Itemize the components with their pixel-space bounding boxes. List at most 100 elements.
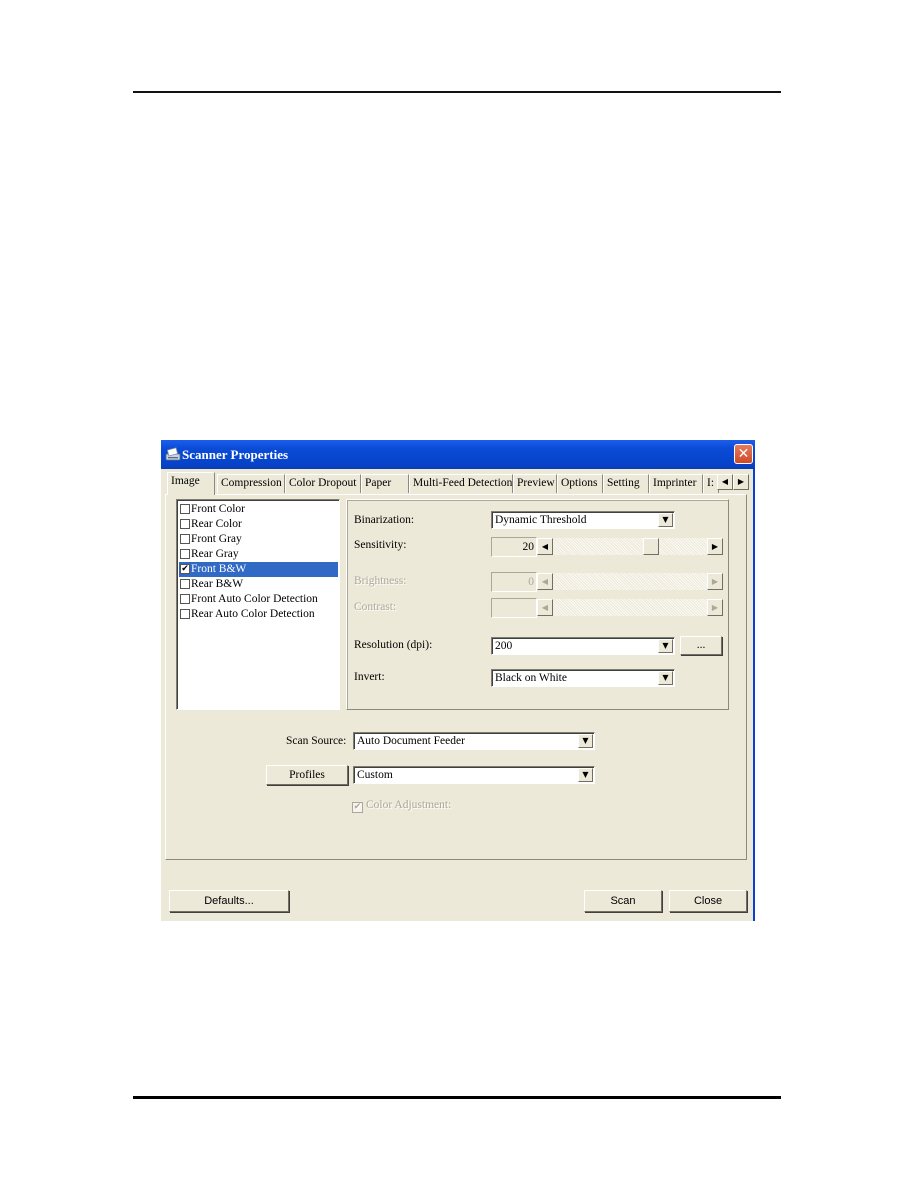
check-icon: ✔	[353, 802, 362, 812]
close-window-button[interactable]: ✕	[734, 444, 753, 464]
checkbox[interactable]	[180, 504, 190, 514]
checkbox[interactable]	[180, 609, 190, 619]
contrast-label: Contrast:	[354, 601, 397, 613]
invert-select[interactable]: Black on White ▼	[491, 669, 675, 687]
binarization-select[interactable]: Dynamic Threshold ▼	[491, 511, 675, 529]
slider-thumb[interactable]	[642, 538, 659, 555]
sensitivity-label: Sensitivity:	[354, 539, 407, 551]
resolution-more-button[interactable]: ...	[680, 636, 722, 655]
scan-source-select[interactable]: Auto Document Feeder ▼	[353, 732, 595, 750]
slider-decrease-button: ◀	[537, 573, 553, 590]
binarization-label: Binarization:	[354, 514, 415, 526]
arrow-right-icon: ▶	[737, 477, 745, 486]
arrow-left-icon: ◀	[541, 603, 549, 612]
list-item-label: Front Auto Color Detection	[191, 593, 318, 605]
brightness-slider: ◀ ▶	[537, 573, 723, 590]
checkbox[interactable]	[180, 594, 190, 604]
binarization-value: Dynamic Threshold	[495, 514, 587, 526]
list-item-label: Rear Color	[191, 518, 242, 530]
list-item-label: Front Color	[191, 503, 245, 515]
scanner-properties-dialog: Scanner Properties ✕ Image Compression C…	[161, 440, 755, 921]
slider-decrease-button[interactable]: ◀	[537, 538, 553, 555]
tab-setting[interactable]: Setting	[603, 474, 649, 493]
resolution-value: 200	[495, 640, 513, 652]
tab-color-dropout[interactable]: Color Dropout	[285, 474, 361, 493]
tab-scroll-left-button[interactable]: ◀	[717, 474, 733, 490]
arrow-left-icon: ◀	[541, 542, 549, 551]
tab-label: Setting	[607, 477, 640, 489]
slider-increase-button[interactable]: ▶	[707, 538, 723, 555]
tab-strip: Image Compression Color Dropout Paper Mu…	[165, 472, 749, 495]
close-icon: ✕	[737, 446, 750, 462]
arrow-left-icon: ◀	[541, 577, 549, 586]
list-item-rear-auto-color-detection[interactable]: Rear Auto Color Detection	[179, 607, 338, 622]
tab-label: Multi-Feed Detection	[413, 477, 513, 489]
slider-increase-button: ▶	[707, 573, 723, 590]
dropdown-arrow-icon[interactable]: ▼	[658, 639, 673, 653]
tab-label: I:	[707, 477, 715, 489]
list-item-label: Rear Auto Color Detection	[191, 608, 315, 620]
slider-increase-button: ▶	[707, 599, 723, 616]
tab-label: Preview	[517, 477, 555, 489]
tab-image[interactable]: Image	[167, 472, 215, 495]
tab-label: Image	[171, 475, 200, 487]
dropdown-arrow-icon[interactable]: ▼	[658, 671, 673, 685]
dropdown-arrow-icon[interactable]: ▼	[578, 734, 593, 748]
brightness-value: 0	[491, 572, 537, 592]
list-item-label: Rear B&W	[191, 578, 244, 590]
list-item-rear-gray[interactable]: Rear Gray	[179, 547, 338, 562]
checkbox[interactable]	[180, 534, 190, 544]
tab-preview[interactable]: Preview	[513, 474, 557, 493]
title-bar[interactable]: Scanner Properties ✕	[161, 440, 755, 469]
dialog-title: Scanner Properties	[182, 447, 289, 462]
dropdown-arrow-icon[interactable]: ▼	[578, 768, 593, 782]
tab-label: Compression	[221, 477, 282, 489]
checkbox-checked[interactable]: ✔	[180, 564, 190, 574]
header-rule	[133, 91, 781, 93]
tab-paper[interactable]: Paper	[361, 474, 409, 493]
tab-label: Paper	[365, 477, 392, 489]
list-item-front-auto-color-detection[interactable]: Front Auto Color Detection	[179, 592, 338, 607]
profiles-value: Custom	[357, 769, 393, 781]
tab-scroll-right-button[interactable]: ▶	[733, 474, 749, 490]
brightness-label: Brightness:	[354, 575, 407, 587]
resolution-select[interactable]: 200 ▼	[491, 637, 675, 655]
arrow-right-icon: ▶	[711, 542, 719, 551]
list-item-label: Rear Gray	[191, 548, 239, 560]
arrow-right-icon: ▶	[711, 577, 719, 586]
contrast-slider: ◀ ▶	[537, 599, 723, 616]
list-item-label: Front B&W	[191, 563, 247, 575]
scan-source-value: Auto Document Feeder	[357, 735, 465, 747]
sensitivity-slider[interactable]: ◀ ▶	[537, 538, 723, 555]
list-item-front-color[interactable]: Front Color	[179, 502, 338, 517]
invert-label: Invert:	[354, 671, 385, 683]
tab-multi-feed-detection[interactable]: Multi-Feed Detection	[409, 474, 513, 493]
profiles-button[interactable]: Profiles	[266, 765, 348, 785]
list-item-front-bw[interactable]: ✔ Front B&W	[179, 562, 338, 577]
image-type-list[interactable]: Front Color Rear Color Front Gray Rear G…	[176, 499, 340, 710]
image-settings-group: Binarization: Dynamic Threshold ▼ Sensit…	[346, 499, 729, 710]
tab-compression[interactable]: Compression	[217, 474, 285, 493]
checkbox-checked-disabled: ✔	[352, 802, 363, 813]
list-item-front-gray[interactable]: Front Gray	[179, 532, 338, 547]
checkbox[interactable]	[180, 519, 190, 529]
tab-label: Color Dropout	[289, 477, 357, 489]
list-item-rear-bw[interactable]: Rear B&W	[179, 577, 338, 592]
tab-imprinter[interactable]: Imprinter	[649, 474, 703, 493]
defaults-button[interactable]: Defaults...	[169, 890, 289, 912]
sensitivity-value[interactable]: 20	[491, 537, 537, 557]
checkbox[interactable]	[180, 579, 190, 589]
footer-rule	[133, 1096, 781, 1099]
scanner-icon	[165, 447, 181, 461]
close-button[interactable]: Close	[669, 890, 747, 912]
scan-button[interactable]: Scan	[584, 890, 662, 912]
check-icon: ✔	[181, 564, 189, 574]
image-tab-panel: Front Color Rear Color Front Gray Rear G…	[165, 494, 747, 860]
list-item-rear-color[interactable]: Rear Color	[179, 517, 338, 532]
tab-options[interactable]: Options	[557, 474, 603, 493]
scan-source-label: Scan Source:	[286, 735, 347, 747]
tab-label: Imprinter	[653, 477, 697, 489]
dropdown-arrow-icon[interactable]: ▼	[658, 513, 673, 527]
profiles-select[interactable]: Custom ▼	[353, 766, 595, 784]
checkbox[interactable]	[180, 549, 190, 559]
